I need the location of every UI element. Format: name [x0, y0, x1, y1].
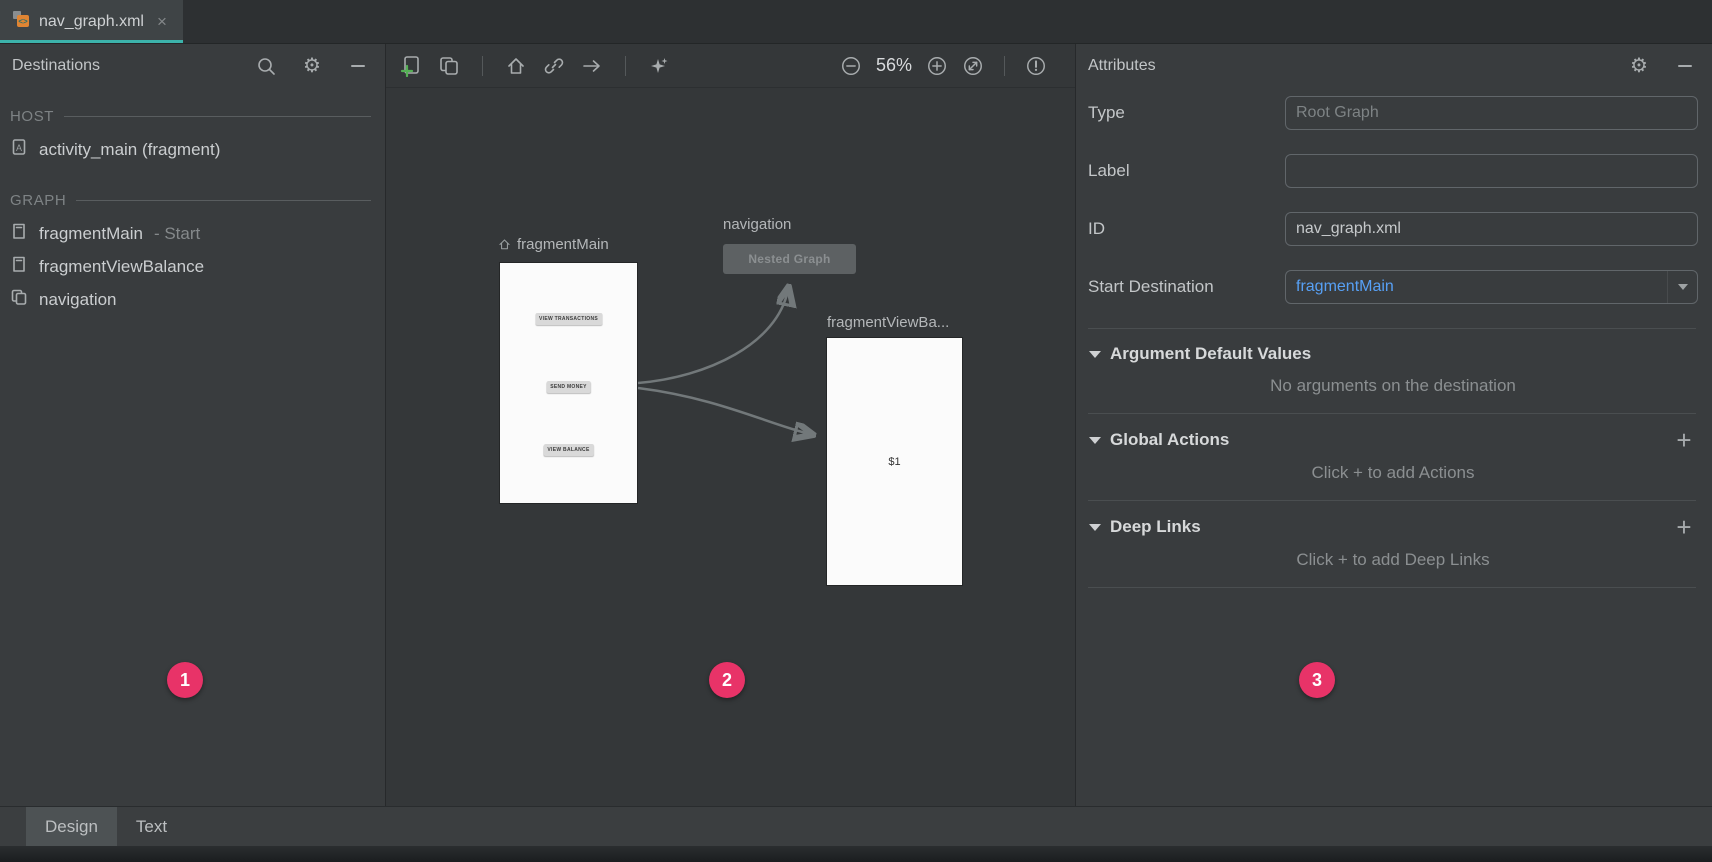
editor-tab-bar: <> nav_graph.xml × — [0, 0, 1712, 44]
hide-panel-icon[interactable] — [347, 55, 369, 77]
start-destination-dropdown[interactable]: fragmentMain — [1285, 270, 1698, 304]
window-bottom-strip — [0, 846, 1712, 862]
go-home-icon[interactable] — [505, 55, 527, 77]
tree-item-navigation[interactable]: navigation — [0, 283, 385, 316]
start-destination-value: fragmentMain — [1296, 278, 1667, 296]
svg-text:<>: <> — [18, 17, 28, 26]
tree-item-fragment-view-balance[interactable]: fragmentViewBalance — [0, 250, 385, 283]
destinations-title: Destinations — [12, 57, 100, 75]
preview-button: VIEW BALANCE — [543, 444, 593, 456]
action-wires — [386, 88, 1075, 806]
action-to-fragment-view-balance[interactable] — [638, 388, 810, 434]
attributes-body: Type Label ID Start Destination fragment… — [1076, 88, 1712, 588]
graph-section-header: GRAPH — [10, 192, 371, 209]
nested-graph-node[interactable]: Nested Graph — [723, 244, 856, 274]
new-nested-graph-icon[interactable] — [438, 55, 460, 77]
fragment-view-balance-preview[interactable]: $1 — [827, 338, 962, 585]
start-destination-suffix: - Start — [154, 224, 200, 244]
host-section-header: HOST — [10, 108, 371, 125]
deep-links-section-header[interactable]: Deep Links + — [1088, 501, 1698, 548]
fragment-main-label: fragmentMain — [498, 236, 609, 253]
nested-graph-label: navigation — [723, 216, 791, 233]
add-deep-link-button[interactable]: + — [1672, 516, 1696, 538]
tree-item-fragment-main[interactable]: fragmentMain - Start — [0, 217, 385, 250]
destinations-header: Destinations ⚙ — [0, 44, 385, 88]
hide-panel-icon[interactable] — [1674, 55, 1696, 77]
tab-design[interactable]: Design — [26, 807, 117, 846]
issues-warning-icon[interactable] — [1025, 55, 1047, 77]
collapse-triangle-icon — [1089, 351, 1101, 358]
type-row: Type — [1088, 96, 1698, 130]
tree-item-activity-main[interactable]: A activity_main (fragment) — [0, 133, 385, 166]
zoom-in-icon[interactable] — [926, 55, 948, 77]
add-action-button[interactable]: + — [1672, 429, 1696, 451]
destinations-tree: HOST A activity_main (fragment) GRAPH — [0, 88, 385, 324]
android-studio-nav-editor: <> nav_graph.xml × Destinations ⚙ — [0, 0, 1712, 862]
design-toolbar: 56% — [386, 44, 1075, 88]
divider — [1088, 587, 1696, 588]
id-field[interactable] — [1285, 212, 1698, 246]
auto-arrange-icon[interactable] — [648, 55, 670, 77]
tab-close-icon[interactable]: × — [157, 13, 167, 30]
global-actions-section-header[interactable]: Global Actions + — [1088, 414, 1698, 461]
deep-links-hint: Click + to add Deep Links — [1088, 548, 1698, 587]
destinations-panel: Destinations ⚙ HOST A activity — [0, 44, 386, 806]
attributes-panel: Attributes ⚙ Type Label ID — [1076, 44, 1712, 806]
fragment-icon — [10, 255, 28, 278]
preview-button: SEND MONEY — [546, 381, 591, 393]
chevron-down-icon — [1678, 284, 1688, 290]
action-to-navigation[interactable] — [638, 290, 788, 383]
argument-defaults-hint: No arguments on the destination — [1088, 374, 1698, 413]
zoom-to-fit-icon[interactable] — [962, 55, 984, 77]
callout-badge-3: 3 — [1299, 662, 1335, 698]
attributes-title: Attributes — [1088, 57, 1156, 75]
search-icon[interactable] — [255, 55, 277, 77]
fragment-main-preview[interactable]: VIEW TRANSACTIONS SEND MONEY VIEW BALANC… — [500, 263, 637, 503]
attributes-header: Attributes ⚙ — [1076, 44, 1712, 88]
id-label: ID — [1088, 219, 1285, 239]
zoom-out-icon[interactable] — [840, 55, 862, 77]
collapse-triangle-icon — [1089, 437, 1101, 444]
tab-text[interactable]: Text — [117, 807, 186, 846]
global-actions-hint: Click + to add Actions — [1088, 461, 1698, 500]
label-label: Label — [1088, 161, 1285, 181]
tab-title: nav_graph.xml — [39, 13, 144, 31]
gear-icon[interactable]: ⚙ — [1628, 55, 1650, 77]
gear-icon[interactable]: ⚙ — [301, 55, 323, 77]
svg-text:A: A — [16, 143, 22, 153]
activity-icon: A — [10, 138, 28, 161]
start-destination-label: Start Destination — [1088, 277, 1285, 297]
new-destination-icon[interactable] — [400, 55, 422, 77]
type-label: Type — [1088, 103, 1285, 123]
argument-defaults-section-header[interactable]: Argument Default Values — [1088, 329, 1698, 374]
id-row: ID — [1088, 212, 1698, 246]
preview-text: $1 — [888, 456, 900, 468]
action-arrow-icon[interactable] — [581, 55, 603, 77]
label-field[interactable] — [1285, 154, 1698, 188]
callout-badge-1: 1 — [167, 662, 203, 698]
preview-button: VIEW TRANSACTIONS — [535, 313, 602, 325]
dropdown-button[interactable] — [1667, 271, 1697, 303]
navigation-canvas[interactable]: fragmentMain VIEW TRANSACTIONS SEND MONE… — [386, 88, 1075, 806]
design-surface-panel: 56% — [386, 44, 1076, 806]
label-row: Label — [1088, 154, 1698, 188]
editor-mode-bar: Design Text — [0, 806, 1712, 846]
zoom-level: 56% — [876, 55, 912, 76]
xml-file-icon: <> — [12, 10, 30, 33]
fragment-icon — [10, 222, 28, 245]
link-action-icon[interactable] — [543, 55, 565, 77]
collapse-triangle-icon — [1089, 524, 1101, 531]
type-field[interactable] — [1285, 96, 1698, 130]
callout-badge-2: 2 — [709, 662, 745, 698]
start-destination-row: Start Destination fragmentMain — [1088, 270, 1698, 304]
nested-graph-icon — [10, 288, 28, 311]
main-area: Destinations ⚙ HOST A activity — [0, 44, 1712, 806]
editor-tab-nav-graph[interactable]: <> nav_graph.xml × — [0, 0, 183, 43]
fragment-view-balance-label: fragmentViewBa... — [827, 314, 949, 331]
